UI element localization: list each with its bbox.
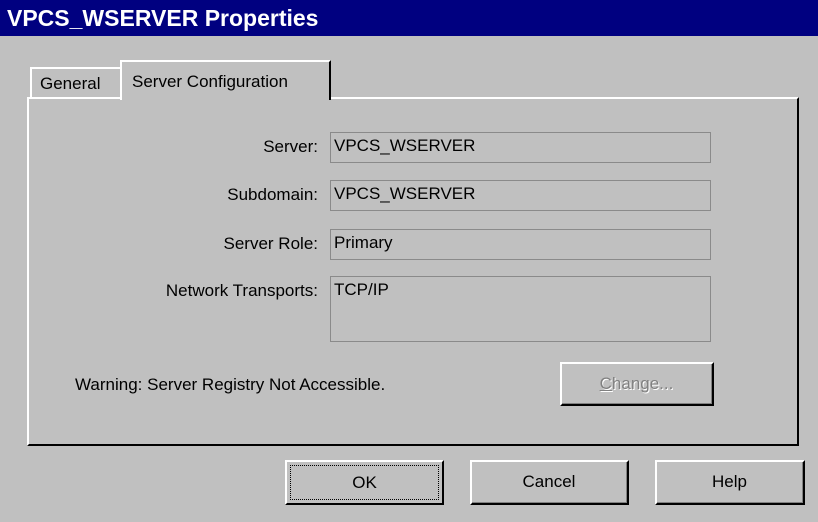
subdomain-label: Subdomain: <box>227 185 318 204</box>
server-role-label: Server Role: <box>223 234 318 253</box>
tab-general[interactable]: General <box>30 67 122 98</box>
properties-dialog: VPCS_WSERVER Properties General Server C… <box>0 0 818 522</box>
tab-server-configuration[interactable]: Server Configuration <box>120 60 331 100</box>
network-transports-label: Network Transports: <box>165 281 318 300</box>
cancel-button-label: Cancel <box>522 472 576 491</box>
server-label: Server: <box>263 137 318 156</box>
help-button[interactable]: Help <box>655 460 805 505</box>
server-role-field: Primary <box>330 229 711 260</box>
server-value: VPCS_WSERVER <box>334 136 476 155</box>
subdomain-value: VPCS_WSERVER <box>334 184 476 203</box>
network-transports-item: TCP/IP <box>334 280 389 299</box>
server-configuration-panel: Server: VPCS_WSERVER Subdomain: VPCS_WSE… <box>27 97 799 446</box>
server-role-value: Primary <box>334 233 393 252</box>
help-button-label: Help <box>712 472 747 491</box>
tab-general-label: General <box>40 74 101 93</box>
cancel-button[interactable]: Cancel <box>470 460 629 505</box>
network-transports-list[interactable]: TCP/IP <box>330 276 711 342</box>
ok-button-label: OK <box>352 472 377 492</box>
change-button-label: Change... <box>599 373 674 393</box>
ok-button[interactable]: OK <box>285 460 444 505</box>
title-bar[interactable]: VPCS_WSERVER Properties <box>0 0 818 36</box>
change-button[interactable]: Change... <box>560 362 714 406</box>
server-field: VPCS_WSERVER <box>330 132 711 163</box>
registry-warning: Warning: Server Registry Not Accessible. <box>75 375 386 394</box>
tab-server-configuration-label: Server Configuration <box>132 72 288 91</box>
subdomain-field: VPCS_WSERVER <box>330 180 711 211</box>
window-title: VPCS_WSERVER Properties <box>7 5 319 31</box>
